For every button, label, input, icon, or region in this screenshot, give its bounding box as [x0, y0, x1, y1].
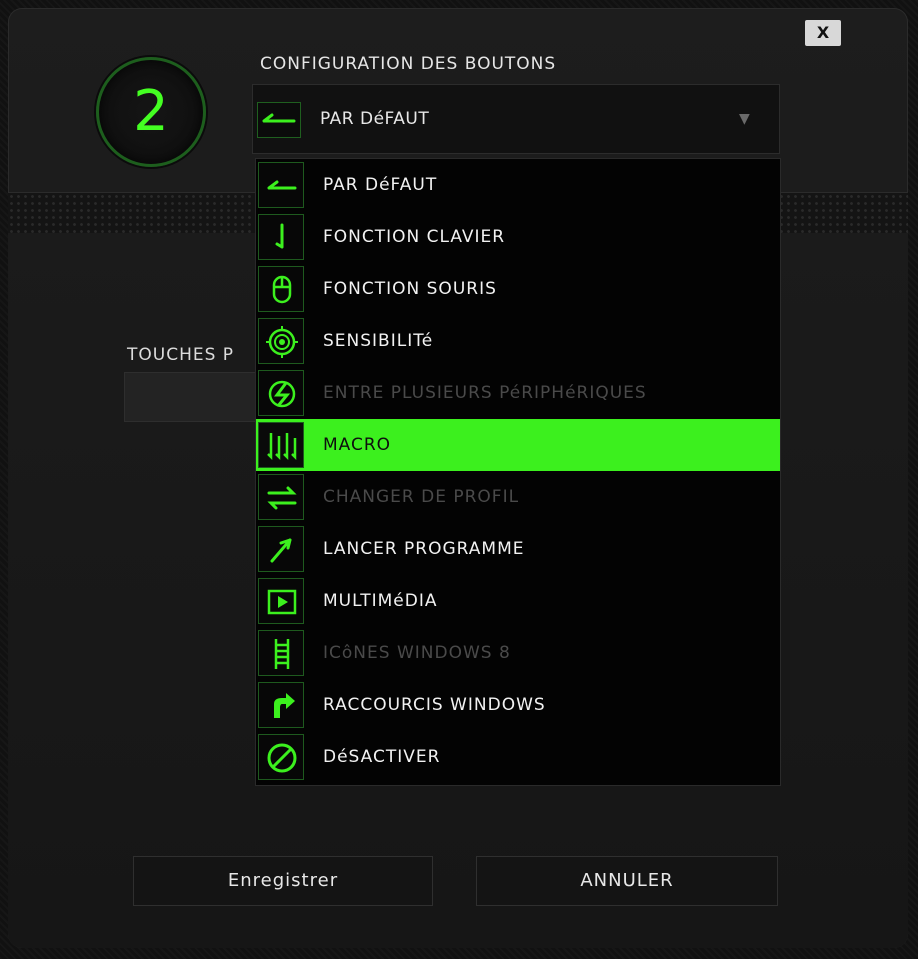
button-number-badge: 2: [96, 57, 206, 167]
launch-program-icon: [258, 526, 304, 572]
menu-item-multimedia-play[interactable]: MULTIMéDIA: [256, 575, 780, 627]
menu-item-default-arrow[interactable]: PAR DéFAUT: [256, 159, 780, 211]
menu-item-inter-device: ENTRE PLUSIEURS PéRIPHéRIQUES: [256, 367, 780, 419]
menu-item-mouse[interactable]: FONCTION SOURIS: [256, 263, 780, 315]
assignment-dropdown-menu: PAR DéFAUT FONCTION CLAVIER FONCTION SOURI…: [255, 158, 781, 786]
assignment-select[interactable]: PAR DéFAUT ▼: [252, 84, 780, 154]
mouse-icon: [258, 266, 304, 312]
close-button[interactable]: X: [805, 20, 841, 46]
menu-item-disable[interactable]: DéSACTIVER: [256, 731, 780, 783]
menu-item-label: ENTRE PLUSIEURS PéRIPHéRIQUES: [323, 383, 647, 403]
disable-icon: [258, 734, 304, 780]
keyboard-function-icon: [258, 214, 304, 260]
menu-item-windows-shortcut[interactable]: RACCOURCIS WINDOWS: [256, 679, 780, 731]
menu-item-label: SENSIBILITé: [323, 331, 434, 351]
menu-item-macro[interactable]: MACRO: [256, 419, 780, 471]
macro-icon: [258, 422, 304, 468]
menu-item-label: FONCTION CLAVIER: [323, 227, 506, 247]
switch-profile-icon: [258, 474, 304, 520]
chevron-down-icon[interactable]: ▼: [739, 111, 750, 127]
sensitivity-target-icon: [258, 318, 304, 364]
menu-item-windows8: ICôNES WINDOWS 8: [256, 627, 780, 679]
touches-input[interactable]: [124, 372, 266, 422]
menu-item-label: ICôNES WINDOWS 8: [323, 643, 511, 663]
default-arrow-icon: [258, 162, 304, 208]
menu-item-label: MULTIMéDIA: [323, 591, 438, 611]
menu-item-label: CHANGER DE PROFIL: [323, 487, 520, 507]
menu-item-sensitivity-target[interactable]: SENSIBILITé: [256, 315, 780, 367]
menu-item-label: PAR DéFAUT: [323, 175, 438, 195]
menu-item-label: RACCOURCIS WINDOWS: [323, 695, 546, 715]
section-title: CONFIGURATION DES BOUTONS: [260, 54, 557, 74]
windows8-icon: [258, 630, 304, 676]
windows-shortcut-icon: [258, 682, 304, 728]
touches-label: TOUCHES P: [127, 345, 235, 365]
menu-item-label: FONCTION SOURIS: [323, 279, 497, 299]
multimedia-play-icon: [258, 578, 304, 624]
menu-item-label: DéSACTIVER: [323, 747, 441, 767]
select-current-value: PAR DéFAUT: [320, 109, 430, 129]
cancel-button[interactable]: ANNULER: [476, 856, 778, 906]
menu-item-keyboard-function[interactable]: FONCTION CLAVIER: [256, 211, 780, 263]
menu-item-label: MACRO: [323, 435, 392, 455]
menu-item-label: LANCER PROGRAMME: [323, 539, 525, 559]
menu-item-launch-program[interactable]: LANCER PROGRAMME: [256, 523, 780, 575]
menu-item-switch-profile: CHANGER DE PROFIL: [256, 471, 780, 523]
default-arrow-icon: [257, 102, 301, 138]
inter-device-icon: [258, 370, 304, 416]
save-button[interactable]: Enregistrer: [133, 856, 433, 906]
